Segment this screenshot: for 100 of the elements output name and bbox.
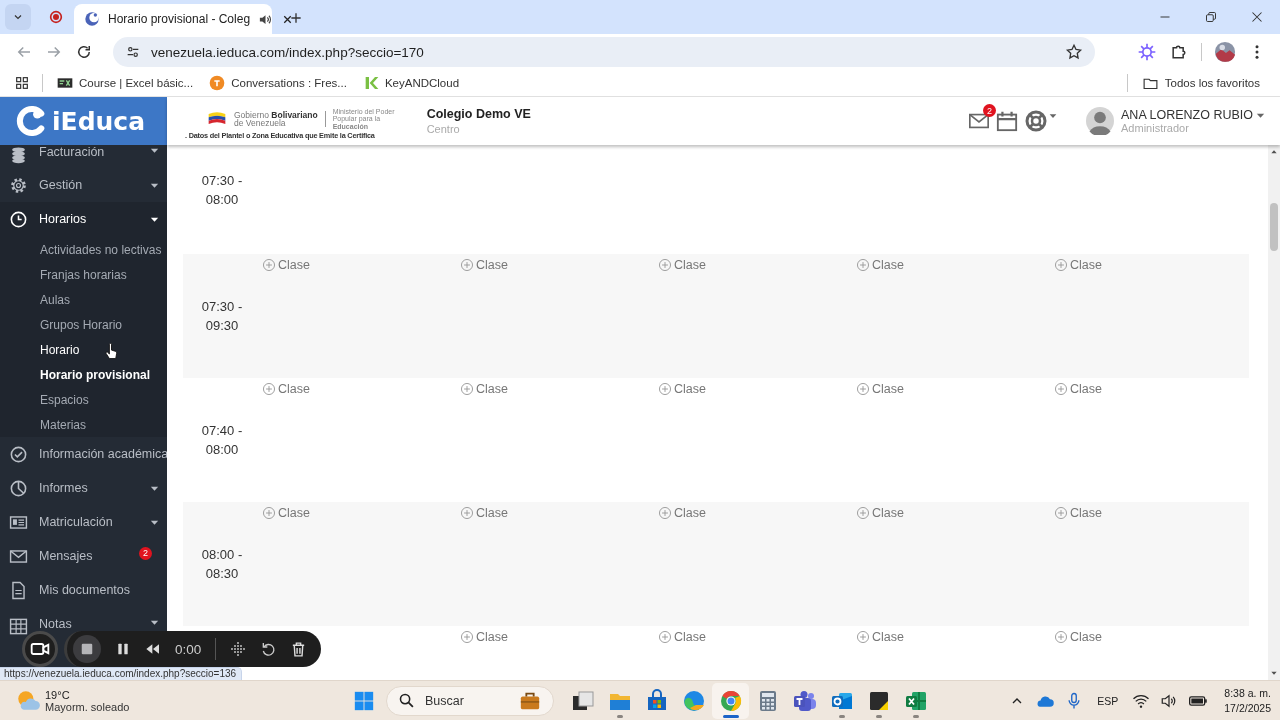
- submenu-item[interactable]: Horario: [0, 337, 167, 362]
- plus-circle-icon: [262, 258, 276, 272]
- submenu-item[interactable]: Espacios: [0, 387, 167, 412]
- add-class-button[interactable]: Clase: [658, 506, 706, 520]
- extension-icon[interactable]: [1137, 42, 1157, 62]
- scroll-thumb[interactable]: [1270, 203, 1278, 251]
- bookmark[interactable]: Conversations : Fres...: [201, 75, 355, 91]
- gov-country: de Venezuela: [234, 119, 287, 128]
- submenu-item[interactable]: Actividades no lectivas: [0, 237, 167, 262]
- plus-circle-icon: [856, 382, 870, 396]
- task-view-icon[interactable]: [570, 688, 595, 713]
- language-indicator[interactable]: ESP: [1097, 694, 1119, 707]
- calendar-icon[interactable]: [996, 110, 1018, 132]
- time-label: 07:40 - 08:00: [200, 422, 244, 459]
- user-name: ANA LORENZO RUBIO: [1121, 108, 1253, 122]
- reload-icon[interactable]: [75, 43, 93, 61]
- plus-circle-icon: [658, 506, 672, 520]
- sidebar-item[interactable]: Facturación: [0, 145, 167, 168]
- taskbar-app-button[interactable]: [712, 682, 749, 719]
- add-class-button[interactable]: Clase: [856, 382, 904, 396]
- sidebar-item[interactable]: Matriculación: [0, 505, 167, 539]
- add-class-button[interactable]: Clase: [658, 258, 706, 272]
- sidebar-item[interactable]: Horarios: [0, 202, 167, 236]
- count-badge: 2: [139, 546, 152, 560]
- document-icon: [9, 580, 28, 600]
- submenu-item[interactable]: Horario provisional: [0, 362, 167, 387]
- notification-badge: 2: [983, 104, 996, 117]
- sidebar-item[interactable]: Informes: [0, 471, 167, 505]
- sidebar-item[interactable]: Notas: [0, 607, 167, 632]
- logo-banner: iEduca: [0, 97, 167, 145]
- bookmark[interactable]: Course | Excel básic...: [49, 75, 202, 91]
- add-class-button[interactable]: Clase: [856, 506, 904, 520]
- bookmark[interactable]: KeyANDCloud: [354, 75, 468, 91]
- add-class-button[interactable]: Clase: [262, 382, 310, 396]
- submenu-item[interactable]: Franjas horarias: [0, 262, 167, 287]
- add-class-button[interactable]: Clase: [460, 258, 508, 272]
- time-label: 08:00 - 08:30: [200, 546, 244, 583]
- add-class-button[interactable]: Clase: [856, 630, 904, 644]
- undo-icon[interactable]: [260, 641, 277, 657]
- add-class-button[interactable]: Clase: [262, 506, 310, 520]
- scroll-down-icon: [1270, 669, 1278, 677]
- table-icon: [9, 617, 28, 636]
- coins-icon: [9, 145, 28, 164]
- favicon-icon: [209, 75, 226, 91]
- bookmark-folder[interactable]: Todos los favoritos: [1133, 74, 1268, 92]
- clock-date: 17/2/2025: [1224, 702, 1271, 714]
- settings-icon: [9, 175, 28, 195]
- start-icon[interactable]: [352, 689, 375, 712]
- plus-circle-icon: [1054, 382, 1068, 396]
- add-class-button[interactable]: Clase: [658, 382, 706, 396]
- submenu-item[interactable]: Grupos Horario: [0, 312, 167, 337]
- dotted-grid-icon[interactable]: [230, 641, 247, 657]
- add-class-button[interactable]: Clase: [1054, 630, 1102, 644]
- address-bar[interactable]: venezuela.ieduca.com/index.php?seccio=170: [113, 37, 1095, 67]
- plus-circle-icon: [262, 382, 276, 396]
- record-icon[interactable]: [48, 9, 64, 25]
- profile-avatar[interactable]: [1214, 41, 1236, 63]
- plus-circle-icon: [1054, 630, 1068, 644]
- stop-button[interactable]: [73, 635, 101, 663]
- new-tab-icon[interactable]: [288, 10, 304, 26]
- check-circle-icon: [9, 444, 28, 464]
- add-class-button[interactable]: Clase: [658, 630, 706, 644]
- plus-circle-icon: [658, 630, 672, 644]
- gov-name: Gobierno Bolivariano: [234, 110, 318, 119]
- favicon-icon: [84, 11, 100, 27]
- user-role: Administrador: [1121, 122, 1190, 134]
- pause-icon[interactable]: [115, 641, 131, 657]
- timer: 0:00: [175, 641, 202, 657]
- submenu-item[interactable]: Materias: [0, 412, 167, 437]
- pointer-cursor-icon: [103, 343, 120, 360]
- add-class-button[interactable]: Clase: [1054, 258, 1102, 272]
- plus-circle-icon: [262, 506, 276, 520]
- sidebar-item[interactable]: Mis documentos: [0, 573, 167, 607]
- scroll-up-icon: [1270, 148, 1278, 156]
- add-class-button[interactable]: Clase: [262, 258, 310, 272]
- add-class-button[interactable]: Clase: [460, 630, 508, 644]
- browser-icon: [718, 688, 743, 713]
- search-icon: [398, 692, 415, 709]
- plus-circle-icon: [1054, 506, 1068, 520]
- search-field[interactable]: Buscar: [386, 685, 554, 716]
- add-class-button[interactable]: Clase: [856, 258, 904, 272]
- plus-circle-icon: [1054, 258, 1068, 272]
- sidebar-item[interactable]: Gestión: [0, 168, 167, 202]
- add-class-button[interactable]: Clase: [460, 382, 508, 396]
- scrollbar[interactable]: [1268, 145, 1280, 680]
- chat-app-icon[interactable]: [792, 688, 817, 713]
- user-avatar: [1086, 107, 1114, 135]
- plus-circle-icon: [658, 258, 672, 272]
- submenu-item[interactable]: Aulas: [0, 287, 167, 312]
- add-class-button[interactable]: Clase: [460, 506, 508, 520]
- apps-icon[interactable]: [14, 75, 30, 91]
- star-icon[interactable]: [1065, 43, 1083, 61]
- add-class-button[interactable]: Clase: [1054, 506, 1102, 520]
- add-class-button[interactable]: Clase: [1054, 382, 1102, 396]
- pie-chart-icon: [9, 478, 28, 498]
- sidebar-item[interactable]: Mensajes 2: [0, 539, 167, 573]
- school-name: Colegio Demo VE: [426, 107, 531, 121]
- caret-icon: [1048, 111, 1058, 121]
- help-icon[interactable]: [1024, 109, 1048, 133]
- browser-icon[interactable]: [681, 688, 706, 713]
